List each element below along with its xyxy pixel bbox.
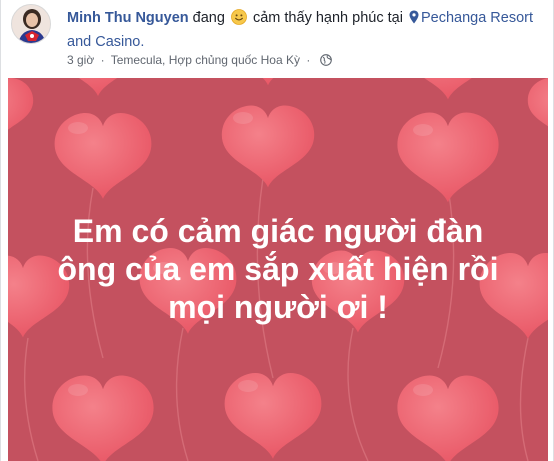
author-name[interactable]: Minh Thu Nguyen <box>67 10 189 26</box>
map-pin-icon <box>409 10 419 24</box>
author-avatar[interactable] <box>11 4 51 44</box>
avatar-image <box>12 5 50 43</box>
status-text: Em có cảm giác người đàn ông của em sắp … <box>8 212 548 326</box>
headline-verb: đang <box>192 10 225 26</box>
post-meta: 3 giờ · Temecula, Hợp chủng quốc Hoa Kỳ … <box>67 52 332 68</box>
post-timestamp[interactable]: 3 giờ <box>67 53 94 67</box>
meta-separator: · <box>100 53 105 67</box>
meta-separator-2: · <box>306 53 311 67</box>
post-header: Minh Thu Nguyen đang cảm thấy hạnh phúc … <box>1 0 553 78</box>
globe-icon[interactable] <box>319 54 332 66</box>
status-line-1: Em có cảm giác người đàn <box>72 213 484 249</box>
status-line-3: mọi người ơi ! <box>168 289 388 325</box>
status-background-card[interactable]: Em có cảm giác người đàn ông của em sắp … <box>8 78 548 461</box>
smiley-emoji-icon <box>231 9 247 25</box>
location-link[interactable]: Temecula, Hợp chủng quốc Hoa Kỳ <box>111 53 300 67</box>
feeling-text: cảm thấy hạnh phúc tại <box>252 10 403 26</box>
post-headline: Minh Thu Nguyen đang cảm thấy hạnh phúc … <box>67 6 547 54</box>
facebook-post: Minh Thu Nguyen đang cảm thấy hạnh phúc … <box>0 0 554 461</box>
status-line-2: ông của em sắp xuất hiện rồi <box>57 251 499 287</box>
